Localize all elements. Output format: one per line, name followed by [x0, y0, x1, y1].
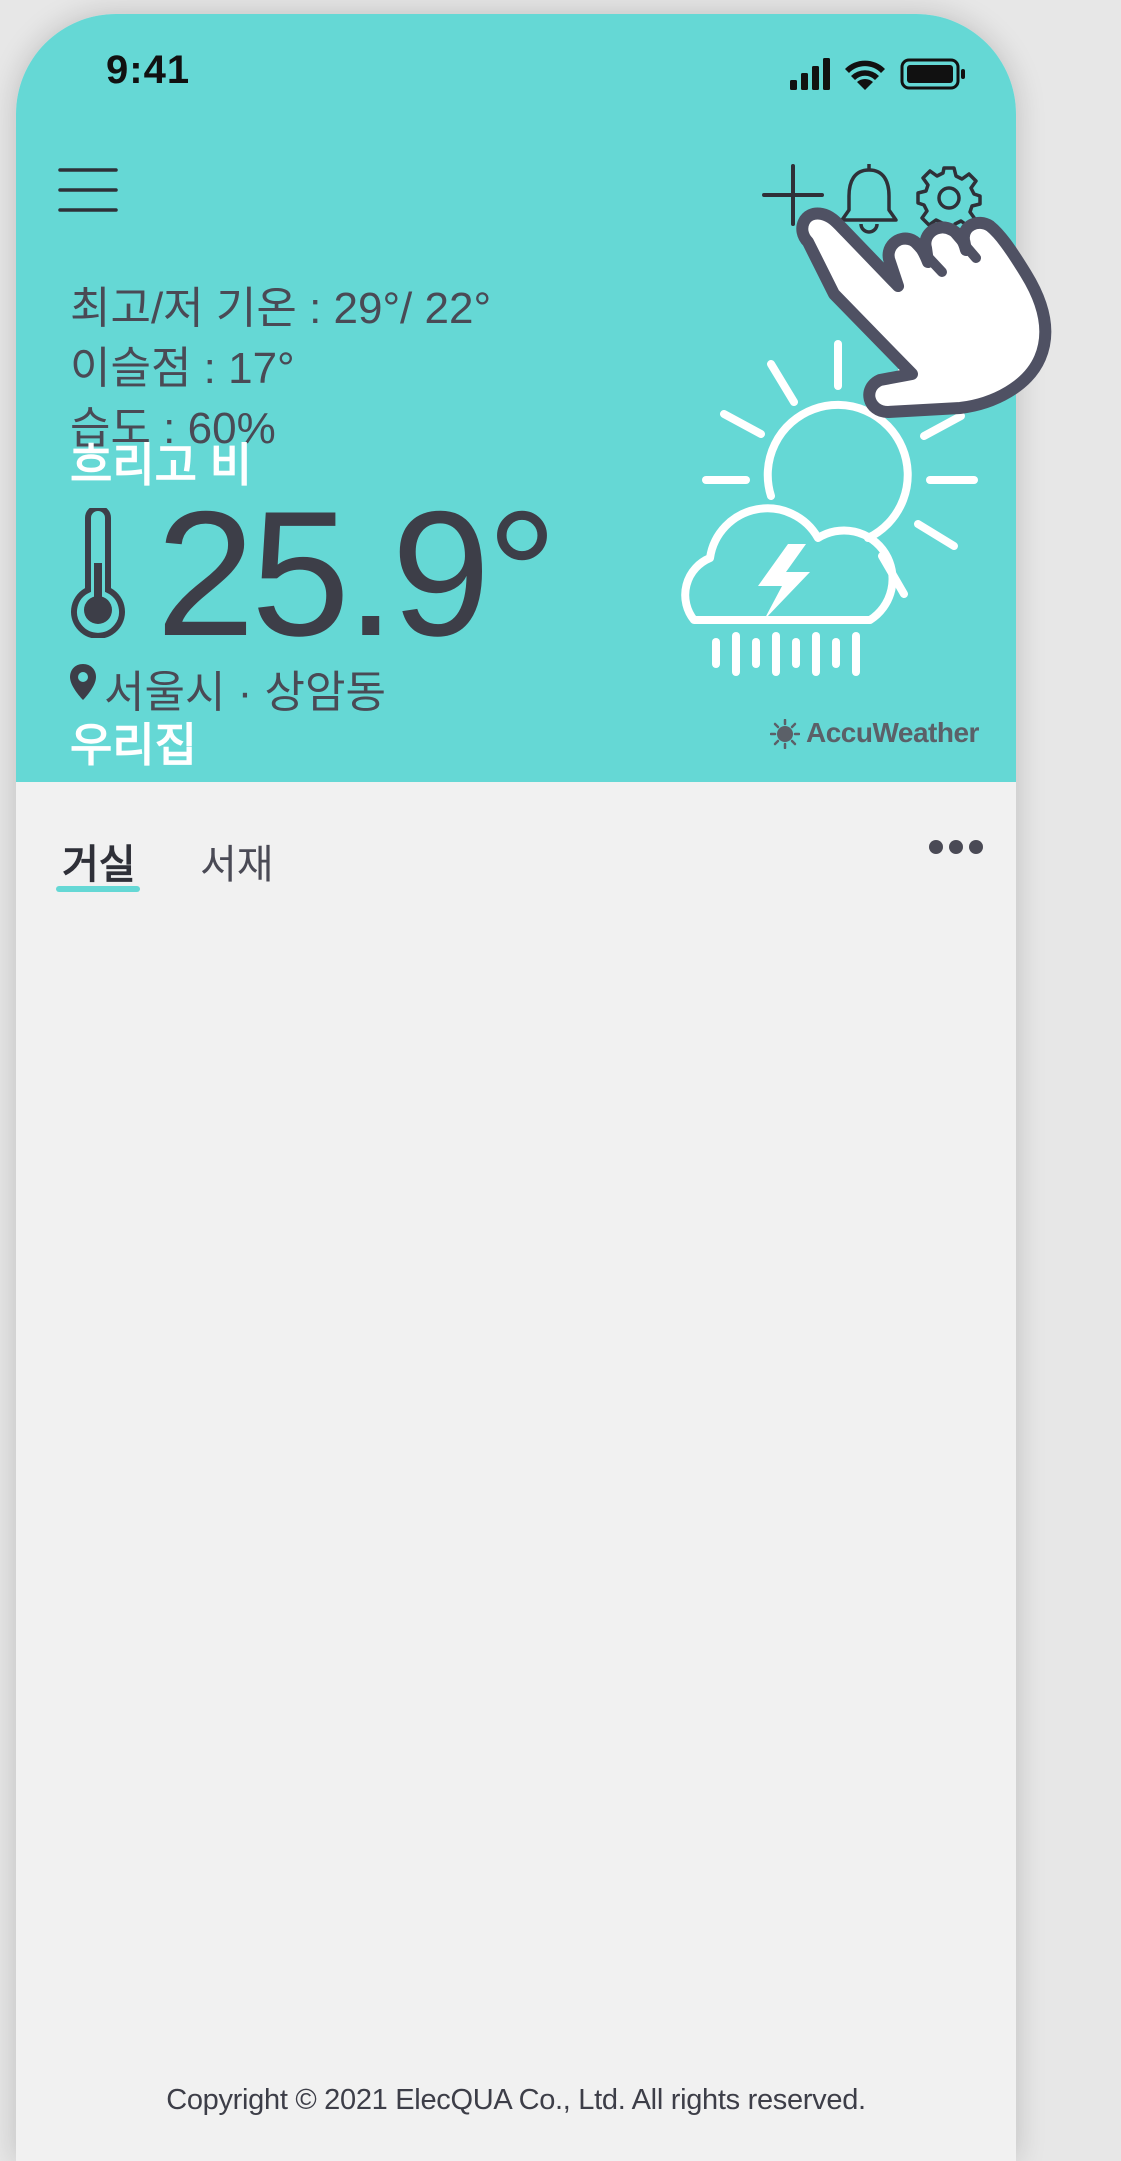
accuweather-sun-icon	[770, 719, 800, 749]
current-temperature: 25.9°	[156, 474, 558, 673]
thermometer-icon	[71, 508, 125, 638]
wifi-icon	[845, 60, 885, 90]
signal-icon	[790, 58, 830, 90]
battery-icon	[900, 58, 965, 90]
tab-study[interactable]: 서재	[200, 832, 274, 890]
pointing-hand-icon	[796, 207, 1052, 418]
status-icons	[790, 58, 965, 90]
more-dots-icon[interactable]	[926, 832, 986, 862]
high-low-temperature: 최고/저 기온 : 29°/ 22°	[70, 284, 492, 333]
dew-point: 이슬점 : 17°	[70, 344, 295, 393]
accuweather-text: AccuWeather	[806, 717, 979, 748]
menu-icon[interactable]	[56, 162, 120, 218]
place-name: 우리집	[70, 719, 197, 771]
active-tab-indicator	[56, 886, 140, 892]
tab-living-room[interactable]: 거실	[62, 832, 136, 890]
location-pin-icon	[70, 664, 96, 700]
status-time: 9:41	[106, 48, 191, 92]
footer-copyright: Copyright © 2021 ElecQUA Co., Ltd. All r…	[166, 2084, 866, 2116]
